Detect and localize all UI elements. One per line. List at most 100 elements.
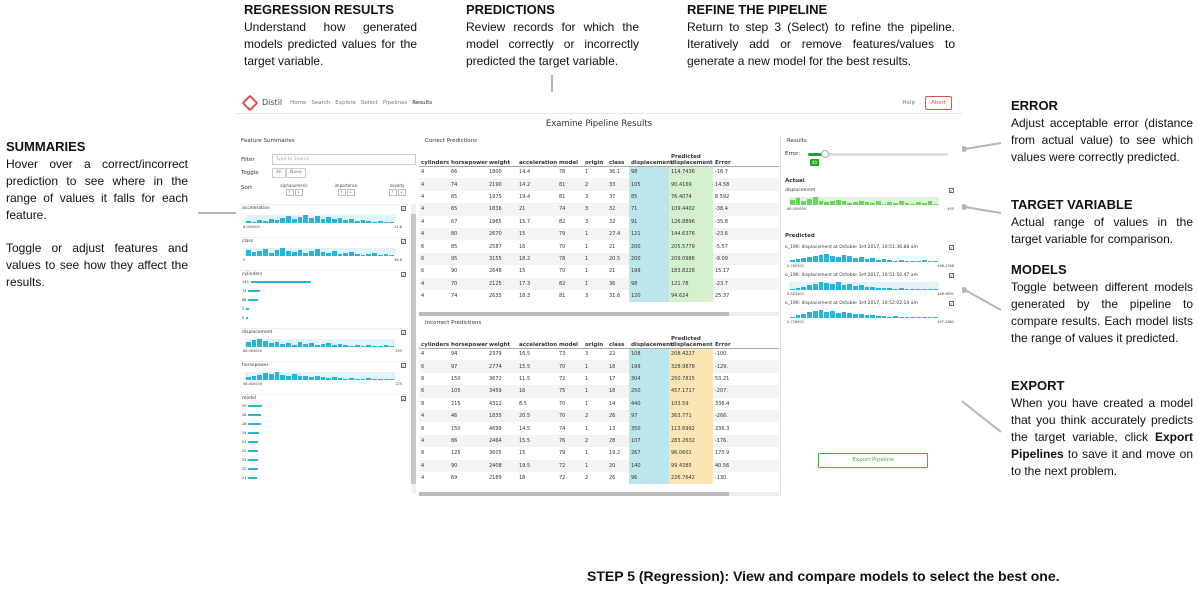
histogram-bar[interactable] xyxy=(898,260,904,262)
histogram-bar[interactable] xyxy=(303,344,309,347)
histogram-bar[interactable] xyxy=(864,259,870,262)
histogram-bar[interactable] xyxy=(870,258,876,262)
histogram-bar[interactable] xyxy=(881,316,887,318)
histogram-bar[interactable] xyxy=(921,260,927,262)
histogram-bar[interactable] xyxy=(898,288,904,290)
feature-checkbox[interactable]: ✓ xyxy=(401,330,406,335)
toggle-all-button[interactable]: All xyxy=(272,168,286,178)
histogram-bar[interactable] xyxy=(876,288,881,290)
category-row[interactable]: 23 xyxy=(242,440,259,444)
column-header[interactable]: Predicted displacement xyxy=(669,148,713,167)
table-row[interactable]: 4 67 1965 15.7 82 3 32 91 126.8896 -35.8 xyxy=(419,215,779,228)
histogram-bar[interactable] xyxy=(898,317,904,318)
error-slider[interactable] xyxy=(808,150,948,158)
histogram-bar[interactable] xyxy=(887,288,893,290)
histogram-bar[interactable] xyxy=(887,202,893,205)
help-link[interactable]: Help xyxy=(902,100,915,106)
histogram-bar[interactable] xyxy=(383,345,389,347)
histogram-bar[interactable] xyxy=(818,282,824,290)
histogram-bar[interactable] xyxy=(893,289,898,290)
sort-asc-button[interactable]: ↑ xyxy=(285,189,294,196)
histogram-bar[interactable] xyxy=(337,254,343,256)
histogram-bar[interactable] xyxy=(251,375,257,380)
histogram-bar[interactable] xyxy=(314,345,320,347)
histogram-bar[interactable] xyxy=(904,203,910,205)
sort-desc-button[interactable]: ↓ xyxy=(397,189,406,196)
model-summary[interactable]: o_196: displacement at October 3rd 2017,… xyxy=(784,245,958,270)
histogram-bar[interactable] xyxy=(807,198,812,205)
histogram-bar[interactable] xyxy=(916,289,921,290)
sort-desc-button[interactable]: ↓ xyxy=(346,189,355,196)
table-row[interactable]: 6 105 3459 16 75 1 18 250 457.1717 -207. xyxy=(419,385,779,398)
table-row[interactable]: 6 85 2587 16 70 1 21 200 205.5779 -5.57 xyxy=(419,240,779,253)
column-header[interactable]: class xyxy=(607,148,629,167)
histogram-bar[interactable] xyxy=(910,261,916,262)
histogram-bar[interactable] xyxy=(332,345,337,347)
summary-checkbox[interactable]: ✓ xyxy=(949,273,954,278)
histogram-bar[interactable] xyxy=(812,284,818,290)
sort-asc-button[interactable]: ↑ xyxy=(337,189,346,196)
table-row[interactable]: 4 65 1836 21 74 3 32 71 109.4402 -38.4 xyxy=(419,203,779,216)
histogram[interactable] xyxy=(245,248,395,256)
histogram-bar[interactable] xyxy=(864,315,870,318)
table-row[interactable]: 8 125 3605 15 79 1 19.2 267 96.0601 170.9 xyxy=(419,447,779,460)
histogram-bar[interactable] xyxy=(291,373,297,380)
histogram-bar[interactable] xyxy=(268,343,274,347)
histogram-bar[interactable] xyxy=(389,222,395,223)
histogram-bar[interactable] xyxy=(864,202,870,205)
histogram[interactable] xyxy=(245,215,395,223)
table-row[interactable]: 8 150 4699 14.5 74 1 13 350 113.6992 236.3 xyxy=(419,422,779,435)
histogram-bar[interactable] xyxy=(251,252,257,256)
column-header[interactable]: displacement xyxy=(629,148,673,167)
histogram-bar[interactable] xyxy=(309,377,314,380)
feature-checkbox[interactable]: ✓ xyxy=(401,363,406,368)
histogram[interactable] xyxy=(245,339,395,347)
histogram-bar[interactable] xyxy=(853,286,858,290)
feature-summary-horsepower[interactable]: horsepower ✓ 46.000000 225 xyxy=(240,361,408,391)
table-row[interactable]: 4 80 2670 15 79 1 27.4 121 144.6376 -23.6 xyxy=(419,227,779,241)
histogram-bar[interactable] xyxy=(372,253,377,256)
histogram-bar[interactable] xyxy=(807,285,812,290)
histogram-bar[interactable] xyxy=(246,221,251,223)
histogram-bar[interactable] xyxy=(349,252,354,256)
category-row[interactable]: 22 xyxy=(242,458,259,462)
histogram-bar[interactable] xyxy=(921,317,927,318)
column-header[interactable]: weight xyxy=(487,330,517,349)
histogram-bar[interactable] xyxy=(332,219,337,223)
histogram-bar[interactable] xyxy=(274,342,280,347)
horizontal-scrollbar[interactable] xyxy=(419,492,779,496)
model-summary[interactable]: o_196: displacement at October 3rd 2017,… xyxy=(784,301,958,326)
histogram-bar[interactable] xyxy=(835,282,841,290)
histogram-bar[interactable] xyxy=(337,217,343,223)
histogram-bar[interactable] xyxy=(801,258,807,262)
histogram-bar[interactable] xyxy=(835,257,841,262)
model-summary[interactable]: o_196: displacement at October 3rd 2017,… xyxy=(784,273,958,298)
histogram-bar[interactable] xyxy=(343,345,349,347)
histogram-bar[interactable] xyxy=(349,346,354,347)
histogram-bar[interactable] xyxy=(389,346,395,347)
histogram-bar[interactable] xyxy=(847,313,853,318)
histogram-bar[interactable] xyxy=(354,254,360,256)
histogram-bar[interactable] xyxy=(257,374,263,380)
feature-checkbox[interactable]: ✓ xyxy=(401,272,406,277)
histogram-bar[interactable] xyxy=(853,314,858,318)
histogram-bar[interactable] xyxy=(870,203,876,205)
table-row[interactable]: 4 66 1800 14.4 78 1 36.1 98 114.7436 -16.7 xyxy=(419,166,779,179)
nav-pipelines[interactable]: Pipelines xyxy=(383,100,407,106)
histogram-bar[interactable] xyxy=(263,341,268,347)
histogram-bar[interactable] xyxy=(291,218,297,223)
table-row[interactable]: 6 95 3155 18.2 78 1 20.5 200 209.0986 -9.09 xyxy=(419,252,779,266)
histogram-bar[interactable] xyxy=(297,216,303,223)
histogram-bar[interactable] xyxy=(389,255,395,256)
column-header[interactable]: cylinders xyxy=(419,330,449,349)
histogram-bar[interactable] xyxy=(858,200,864,205)
histogram-bar[interactable] xyxy=(858,257,864,262)
histogram-bar[interactable] xyxy=(790,199,795,205)
category-row[interactable]: 22 xyxy=(242,467,259,471)
histogram-bar[interactable] xyxy=(795,259,801,262)
summary-checkbox[interactable]: ✓ xyxy=(949,245,954,250)
histogram-bar[interactable] xyxy=(910,317,916,318)
category-row[interactable]: 3 xyxy=(242,307,250,311)
histogram-bar[interactable] xyxy=(377,346,383,347)
toggle-none-button[interactable]: None xyxy=(286,168,306,178)
